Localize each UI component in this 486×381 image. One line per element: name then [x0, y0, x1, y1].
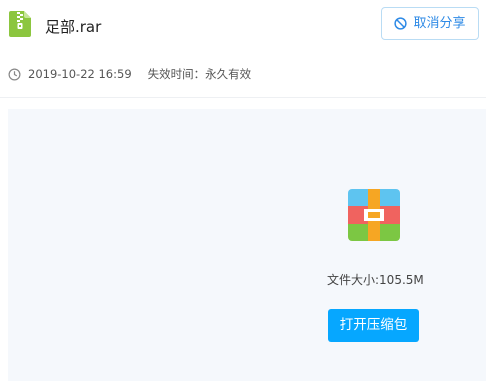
file-size: 文件大小:105.5M [327, 273, 424, 287]
open-archive-button[interactable]: 打开压缩包 [328, 309, 419, 342]
zip-file-icon [9, 11, 31, 37]
share-timestamp: 2019-10-22 16:59 [28, 67, 132, 81]
file-name: 足部.rar [45, 18, 102, 36]
archive-icon [348, 189, 400, 241]
share-meta: 2019-10-22 16:59 失效时间：永久有效 [8, 66, 251, 82]
cancel-share-button[interactable]: 取消分享 [381, 7, 479, 40]
ban-icon [394, 17, 408, 30]
expiry-text: 失效时间：永久有效 [147, 67, 252, 81]
clock-icon [8, 68, 21, 80]
cancel-share-label: 取消分享 [413, 15, 466, 31]
header-divider [0, 97, 486, 98]
share-page: 足部.rar 取消分享 2019-10-22 16:59 失效时间：永久有效 文… [0, 0, 486, 381]
